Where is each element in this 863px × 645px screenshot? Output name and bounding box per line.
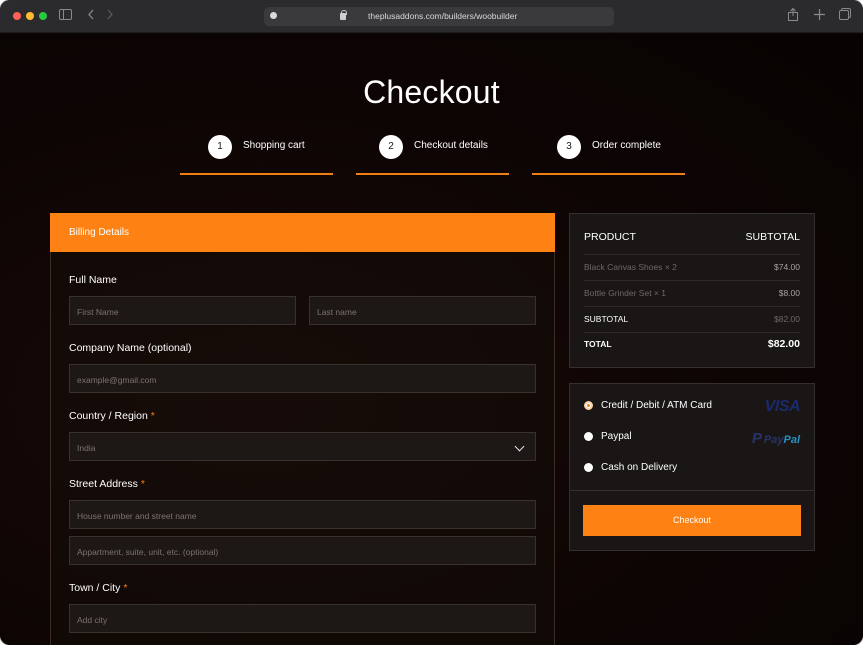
chevron-down-icon xyxy=(514,441,525,452)
required-marker: * xyxy=(150,410,155,422)
subtotal-label: SUBTOTAL xyxy=(584,314,629,324)
close-window-button[interactable] xyxy=(13,12,21,20)
step-label: Checkout details xyxy=(414,140,488,151)
maximize-window-button[interactable] xyxy=(39,12,47,20)
cash-on-delivery-label[interactable]: Cash on Delivery xyxy=(601,462,677,473)
country-region-label: Country / Region * xyxy=(69,410,155,422)
back-arrow-icon[interactable] xyxy=(87,8,95,24)
street-address-input[interactable]: House number and street name xyxy=(69,500,536,529)
order-item-price: $8.00 xyxy=(778,288,800,298)
address-bar[interactable]: theplusaddons.com/builders/woobuilder xyxy=(264,7,614,26)
checkout-page: Checkout 1 Shopping cart 2 Checkout deta… xyxy=(0,34,863,645)
paypal-logo-icon: P PayPal xyxy=(752,430,800,447)
summary-header-row: PRODUCT SUBTOTAL xyxy=(584,231,800,245)
browser-toolbar: theplusaddons.com/builders/woobuilder xyxy=(0,0,863,33)
order-item-row: Bottle Grinder Set × 1 $8.00 xyxy=(584,288,800,302)
company-name-label: Company Name (optional) xyxy=(69,342,192,354)
url-text: theplusaddons.com/builders/woobuilder xyxy=(368,11,518,21)
order-item-name: Bottle Grinder Set xyxy=(584,288,652,298)
cash-on-delivery-radio[interactable] xyxy=(584,463,593,472)
order-summary: PRODUCT SUBTOTAL Black Canvas Shoes × 2 … xyxy=(569,213,815,368)
paypal-logo-part2: Pal xyxy=(783,434,800,446)
tab-overview-icon[interactable] xyxy=(839,8,851,24)
divider xyxy=(584,280,800,281)
order-item-product: Black Canvas Shoes × 2 xyxy=(584,262,677,272)
subtotal-column-header: SUBTOTAL xyxy=(745,231,800,243)
total-label: TOTAL xyxy=(584,339,612,349)
step-number: 1 xyxy=(208,135,232,159)
street-label-text: Street Address xyxy=(69,478,138,490)
new-tab-icon[interactable] xyxy=(814,8,825,24)
order-item-row: Black Canvas Shoes × 2 $74.00 xyxy=(584,262,800,276)
page-title: Checkout xyxy=(363,74,500,110)
step-number: 3 xyxy=(557,135,581,159)
billing-details-form: Billing Details Full Name First Name Las… xyxy=(50,213,555,645)
required-marker: * xyxy=(123,582,128,594)
country-select-value: India xyxy=(77,443,96,453)
checkout-button[interactable]: Checkout xyxy=(583,505,801,536)
divider xyxy=(584,306,800,307)
payment-methods: Credit / Debit / ATM Card VISA Paypal PP… xyxy=(569,383,815,551)
total-value: $82.00 xyxy=(767,338,800,350)
order-item-name: Black Canvas Shoes xyxy=(584,262,663,272)
share-icon[interactable] xyxy=(788,7,798,25)
divider xyxy=(584,332,800,333)
city-label-text: Town / City xyxy=(69,582,121,594)
order-item-qty: × 1 xyxy=(653,288,666,298)
forward-arrow-icon[interactable] xyxy=(106,8,114,24)
order-item-qty: × 2 xyxy=(664,262,677,272)
step-underline xyxy=(532,173,685,175)
subtotal-row: SUBTOTAL $82.00 xyxy=(584,314,800,328)
credit-card-label[interactable]: Credit / Debit / ATM Card xyxy=(601,400,712,411)
full-name-label: Full Name xyxy=(69,274,117,286)
order-item-product: Bottle Grinder Set × 1 xyxy=(584,288,666,298)
step-label: Order complete xyxy=(592,140,661,151)
visa-logo-icon: VISA xyxy=(764,398,801,415)
divider xyxy=(584,254,800,255)
paypal-radio[interactable] xyxy=(584,432,593,441)
apartment-input[interactable]: Appartment, suite, unit, etc. (optional) xyxy=(69,536,536,565)
company-name-input[interactable]: example@gmail.com xyxy=(69,364,536,393)
step-underline xyxy=(180,173,333,175)
lock-icon xyxy=(340,10,347,20)
product-column-header: PRODUCT xyxy=(584,231,636,243)
step-order-complete[interactable]: 3 Order complete xyxy=(532,133,685,175)
paypal-label[interactable]: Paypal xyxy=(601,431,632,442)
paypal-logo-part1: Pay xyxy=(763,434,784,446)
divider xyxy=(570,490,814,491)
step-number: 2 xyxy=(379,135,403,159)
step-label: Shopping cart xyxy=(243,140,305,151)
site-info-icon[interactable] xyxy=(270,12,277,19)
credit-card-radio[interactable] xyxy=(584,401,593,410)
sidebar-toggle-icon[interactable] xyxy=(59,8,72,24)
subtotal-value: $82.00 xyxy=(774,314,800,324)
city-input[interactable]: Add city xyxy=(69,604,536,633)
last-name-input[interactable]: Last name xyxy=(309,296,536,325)
total-row: TOTAL $82.00 xyxy=(584,338,800,353)
step-checkout-details[interactable]: 2 Checkout details xyxy=(356,133,509,175)
country-select[interactable]: India xyxy=(69,432,536,461)
street-address-label: Street Address * xyxy=(69,478,145,490)
step-shopping-cart[interactable]: 1 Shopping cart xyxy=(180,133,333,175)
country-label-text: Country / Region xyxy=(69,410,148,422)
required-marker: * xyxy=(140,478,145,490)
browser-window: theplusaddons.com/builders/woobuilder Ch… xyxy=(0,0,863,645)
order-item-price: $74.00 xyxy=(774,262,800,272)
billing-header: Billing Details xyxy=(50,213,555,252)
first-name-input[interactable]: First Name xyxy=(69,296,296,325)
minimize-window-button[interactable] xyxy=(26,12,34,20)
town-city-label: Town / City * xyxy=(69,582,127,594)
paypal-p-glyph: P xyxy=(751,430,762,447)
step-underline xyxy=(356,173,509,175)
